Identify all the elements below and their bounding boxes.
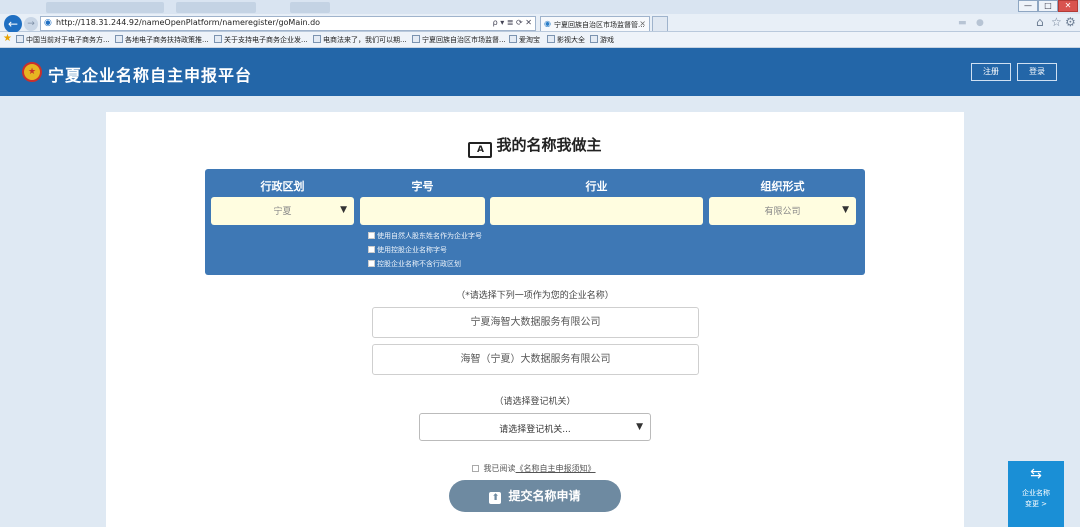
page-icon bbox=[412, 35, 420, 43]
book-icon: A bbox=[468, 142, 493, 158]
org-form-select-value: 有限公司 bbox=[764, 207, 801, 217]
checkbox[interactable] bbox=[368, 246, 375, 253]
active-browser-tab[interactable]: ◉ 宁夏回族自治区市场监督管... × bbox=[540, 16, 650, 31]
registration-prompt: （请选择登记机关） bbox=[494, 397, 576, 407]
background-tab[interactable] bbox=[176, 2, 256, 13]
browser-navbar: ← → ◉ http://118.31.244.92/nameOpenPlatf… bbox=[0, 14, 1080, 33]
tab-label: 宁夏回族自治区市场监督管... bbox=[554, 21, 645, 29]
login-button[interactable]: 登录 bbox=[1017, 63, 1057, 81]
favorites-icon[interactable]: ★ bbox=[3, 33, 12, 44]
region-label: 行政区划 bbox=[260, 180, 305, 193]
industry-label: 行业 bbox=[585, 180, 608, 193]
page-icon bbox=[115, 35, 123, 43]
region-select[interactable]: 宁夏 ▼ bbox=[211, 197, 354, 225]
name-option[interactable]: 海智（宁夏）大数据服务有限公司 bbox=[372, 344, 699, 375]
faded-toolbar-icon: ▬ bbox=[958, 18, 967, 28]
address-tools-icons[interactable]: ρ ▾ ≣ ⟳ ✕ bbox=[493, 18, 532, 27]
window-titlebar: — □ ✕ bbox=[0, 0, 1080, 14]
favorites-bar: ★ 中国当前对于电子商务方... 各地电子商务扶持政策推... 关于支持电子商务… bbox=[0, 32, 1080, 48]
caret-down-icon: ▼ bbox=[636, 422, 643, 432]
address-bar[interactable]: ◉ http://118.31.244.92/nameOpenPlatform/… bbox=[40, 16, 536, 31]
register-button[interactable]: 注册 bbox=[971, 63, 1011, 81]
name-change-widget[interactable]: ⇆ 企业名称 变更 > bbox=[1008, 461, 1064, 519]
checkbox-option[interactable]: 使用控股企业名称字号 bbox=[368, 245, 482, 259]
home-icon[interactable]: ⌂ bbox=[1036, 15, 1044, 29]
ie-page-icon: ◉ bbox=[44, 18, 52, 28]
submit-label: 提交名称申请 bbox=[508, 489, 581, 503]
main-card: A 我的名称我做主 行政区划 字号 行业 组织形式 宁夏 ▼ 有限公司 ▼ 使用自… bbox=[106, 112, 964, 527]
page-heading: A 我的名称我做主 bbox=[106, 134, 964, 158]
agreement-row: 我已阅读《名称自主申报须知》 bbox=[472, 463, 596, 474]
favorite-item[interactable]: 影视大全 bbox=[547, 35, 585, 45]
tab-close-icon[interactable]: × bbox=[639, 19, 646, 28]
agreement-prefix: 我已阅读 bbox=[483, 464, 516, 473]
caret-down-icon: ▼ bbox=[340, 205, 347, 215]
org-form-select[interactable]: 有限公司 ▼ bbox=[709, 197, 856, 225]
name-label: 字号 bbox=[411, 180, 434, 193]
favorite-item[interactable]: 中国当前对于电子商务方... bbox=[16, 35, 110, 45]
gear-icon[interactable]: ⚙ bbox=[1065, 15, 1076, 29]
registration-authority-placeholder: 请选择登记机关... bbox=[499, 425, 571, 435]
favorites-star-icon[interactable]: ☆ bbox=[1051, 15, 1062, 29]
agreement-link[interactable]: 《名称自主申报须知》 bbox=[516, 464, 596, 473]
swap-arrows-icon: ⇆ bbox=[1030, 466, 1042, 482]
caret-down-icon: ▼ bbox=[842, 205, 849, 215]
region-select-value: 宁夏 bbox=[273, 207, 292, 217]
close-window-icon[interactable]: ✕ bbox=[1058, 0, 1078, 12]
upload-icon: ⬆ bbox=[489, 492, 502, 504]
option-checkboxes: 使用自然人股东姓名作为企业字号 使用控股企业名称字号 控股企业名称不含行政区划 bbox=[368, 231, 482, 273]
org-form-label: 组织形式 bbox=[760, 180, 805, 193]
faded-toolbar-icon: ● bbox=[976, 18, 984, 28]
platform-title: 宁夏企业名称自主申报平台 bbox=[48, 66, 253, 85]
name-form-panel: 行政区划 字号 行业 组织形式 宁夏 ▼ 有限公司 ▼ 使用自然人股东姓名作为企… bbox=[205, 169, 865, 275]
app-header: ★ 宁夏企业名称自主申报平台 注册 登录 bbox=[0, 48, 1080, 96]
address-url[interactable]: http://118.31.244.92/nameOpenPlatform/na… bbox=[56, 18, 320, 27]
new-tab-button[interactable] bbox=[652, 16, 668, 31]
trade-name-input[interactable] bbox=[360, 197, 485, 225]
page-icon bbox=[590, 35, 598, 43]
background-tab[interactable] bbox=[290, 2, 330, 13]
page-icon bbox=[214, 35, 222, 43]
maximize-icon[interactable]: □ bbox=[1038, 0, 1058, 12]
tab-favicon-icon: ◉ bbox=[544, 19, 551, 28]
page-icon bbox=[509, 35, 517, 43]
name-change-label: 企业名称 变更 > bbox=[1022, 489, 1050, 508]
checkbox-option[interactable]: 使用自然人股东姓名作为企业字号 bbox=[368, 231, 482, 245]
favorite-item[interactable]: 电商法来了，我们可以期... bbox=[313, 35, 407, 45]
checkbox[interactable] bbox=[368, 260, 375, 267]
favorite-item[interactable]: 各地电子商务扶持政策推... bbox=[115, 35, 209, 45]
agreement-checkbox[interactable] bbox=[472, 465, 479, 472]
side-widget-extension[interactable] bbox=[1008, 519, 1064, 527]
page-icon bbox=[16, 35, 24, 43]
favorite-item[interactable]: 宁夏回族自治区市场监督... bbox=[412, 35, 506, 45]
favorite-item[interactable]: 游戏 bbox=[590, 35, 614, 45]
minimize-icon[interactable]: — bbox=[1018, 0, 1038, 12]
choose-name-prompt: （*请选择下列一项作为您的企业名称） bbox=[456, 291, 614, 301]
slogan-text: 我的名称我做主 bbox=[496, 136, 602, 154]
name-option[interactable]: 宁夏海智大数据服务有限公司 bbox=[372, 307, 699, 338]
favorite-item[interactable]: 关于支持电子商务企业发... bbox=[214, 35, 308, 45]
forward-arrow-icon[interactable]: → bbox=[24, 17, 38, 31]
page-icon bbox=[547, 35, 555, 43]
checkbox-option[interactable]: 控股企业名称不含行政区划 bbox=[368, 259, 482, 273]
back-arrow-icon[interactable]: ← bbox=[4, 15, 22, 33]
submit-name-button[interactable]: ⬆ 提交名称申请 bbox=[449, 480, 621, 512]
national-emblem-icon: ★ bbox=[22, 62, 42, 82]
industry-input[interactable] bbox=[490, 197, 703, 225]
checkbox[interactable] bbox=[368, 232, 375, 239]
background-tab[interactable] bbox=[46, 2, 164, 13]
favorite-item[interactable]: 爱淘宝 bbox=[509, 35, 540, 45]
registration-authority-select[interactable]: 请选择登记机关... ▼ bbox=[419, 413, 651, 441]
page-icon bbox=[313, 35, 321, 43]
